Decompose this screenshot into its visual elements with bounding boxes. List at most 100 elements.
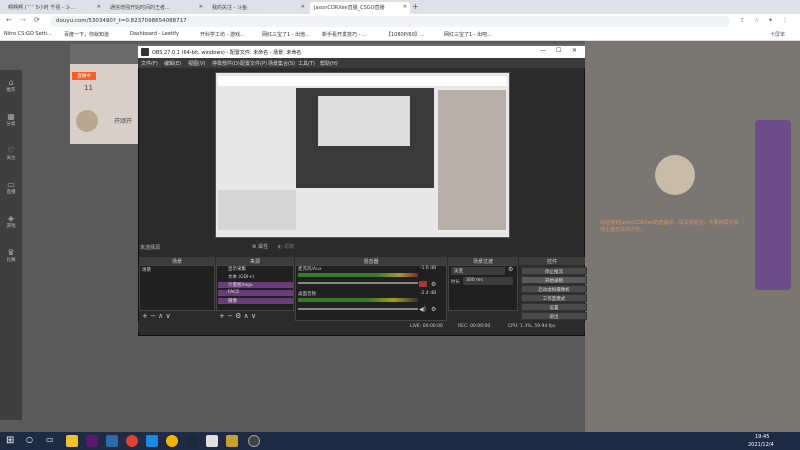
minimize-icon[interactable]: — [540, 47, 546, 54]
clock-date: 2021/12/4 [748, 442, 774, 448]
filters-button[interactable]: ◐ 滤镜 [278, 243, 294, 250]
star-icon[interactable]: ☆ [754, 17, 759, 24]
mascot-image [655, 155, 695, 195]
clock-time: 19:45 [755, 434, 770, 440]
studio-mode-button[interactable]: 工作室模式 [521, 294, 587, 302]
share-icon[interactable]: ⇪ [740, 17, 745, 24]
menu-file[interactable]: 文件(F) [141, 60, 158, 67]
scene-item[interactable]: 场景 [142, 267, 151, 273]
event-banner[interactable] [755, 120, 791, 290]
source-item[interactable]: 显示采集 [218, 266, 293, 272]
app-icon[interactable] [106, 435, 118, 447]
source-item[interactable]: FACE [218, 290, 293, 296]
source-controls[interactable]: + − ⚙ ∧ ∨ [219, 312, 256, 320]
taskbar [0, 432, 800, 450]
avatar[interactable] [76, 110, 98, 132]
browser-tab[interactable]: 我的关注 - 斗鱼 ✕ [208, 2, 308, 14]
explorer-icon[interactable] [66, 435, 78, 447]
close-icon[interactable]: ✕ [97, 4, 101, 10]
mixer-channel-db: -2.4 dB [420, 291, 437, 296]
speaker-icon[interactable]: ◀) [419, 306, 426, 313]
obs-taskbar-icon[interactable] [248, 435, 260, 447]
nav-item-match[interactable]: ♛ 比赛 [0, 248, 22, 263]
bookmark-item[interactable]: 网红三宝了1 - 出他... [262, 31, 310, 38]
menu-icon[interactable]: ⋮ [782, 17, 788, 24]
start-recording-button[interactable]: 开始录制 [521, 276, 587, 284]
close-icon[interactable]: ✕ [403, 4, 407, 10]
maximize-icon[interactable]: ☐ [556, 47, 561, 54]
obs-logo-icon [141, 48, 149, 56]
transition-select[interactable]: 淡变 [451, 267, 505, 275]
heart-icon: ♡ [7, 146, 15, 155]
browser-tab-active[interactable]: JasonCORXee直播_CSGO直播 ✕ [310, 2, 410, 14]
nav-item-category[interactable]: ▦ 分类 [0, 112, 22, 127]
search-icon[interactable]: ○ [26, 435, 33, 444]
mixer-header: 混音器 [295, 257, 447, 265]
back-icon[interactable]: ← [6, 16, 12, 24]
taskview-icon[interactable]: ▭ [46, 435, 54, 444]
no-source-label: 未选择源 [140, 245, 161, 251]
browser-tab[interactable]: 啊啊啊 (ˉ˘ˉ 5小时 千禧 - 斗... ✕ [4, 2, 104, 14]
bookmark-item[interactable]: Dashboard - Leetify [130, 31, 179, 37]
grid-icon: ▦ [7, 112, 15, 121]
game-icon: ◈ [7, 214, 15, 223]
volume-meter [298, 298, 418, 302]
duration-input[interactable]: 300 ms [463, 277, 513, 285]
steam-icon[interactable] [186, 435, 198, 447]
nav-item-live[interactable]: ▭ 直播 [0, 180, 22, 195]
viewer-count: 11 [84, 84, 93, 92]
gear-icon[interactable]: ⚙ [508, 266, 513, 273]
scene-controls[interactable]: + − ∧ ∨ [142, 312, 171, 320]
bookmark-item[interactable]: 开科学工坊 - 游戏... [200, 31, 245, 38]
app-icon[interactable] [206, 435, 218, 447]
menu-profile[interactable]: 配置文件(P) [240, 60, 267, 67]
volume-slider[interactable] [298, 308, 418, 310]
menu-edit[interactable]: 编辑(E) [164, 60, 181, 67]
bookmark-item[interactable]: Nitro CS:GO Setti... [4, 31, 52, 37]
mute-icon[interactable] [419, 281, 427, 287]
bookmark-overflow[interactable]: 卡屏率 [770, 31, 785, 38]
bookmark-item[interactable]: 【1080P/60】... [386, 31, 425, 38]
close-icon[interactable]: ✕ [199, 4, 203, 10]
menu-help[interactable]: 帮助(H) [320, 60, 338, 67]
exit-button[interactable]: 退出 [521, 312, 587, 320]
settings-button[interactable]: 设置 [521, 303, 587, 311]
volume-slider[interactable] [298, 282, 418, 284]
nav-item-game[interactable]: ◈ 游戏 [0, 214, 22, 229]
menu-view[interactable]: 视图(V) [188, 60, 205, 67]
browser-tab[interactable]: 通信增强开始时间的王者... ✕ [106, 2, 206, 14]
menu-docks[interactable]: 停靠部件(D) [212, 60, 240, 67]
bookmark-item[interactable]: 网红三宝了1 - 出吧... [444, 31, 492, 38]
preview-browser-bar [218, 76, 507, 86]
app-icon[interactable] [146, 435, 158, 447]
app-icon[interactable] [166, 435, 178, 447]
mixer-channel-name: 桌面音频 [298, 292, 316, 297]
live-status: LIVE: 00:00:00 [410, 324, 443, 329]
source-item-selected[interactable]: 计量图/logo [218, 282, 293, 288]
preview-nested-preview [318, 96, 410, 146]
chrome-icon[interactable] [126, 435, 138, 447]
source-item[interactable]: 文本 (GDI+) [218, 274, 293, 280]
reload-icon[interactable]: ⟳ [34, 16, 40, 24]
windows-icon[interactable]: ⊞ [6, 435, 14, 446]
new-tab-button[interactable]: + [412, 2, 419, 11]
gear-icon[interactable]: ⚙ [431, 306, 436, 313]
app-icon[interactable] [226, 435, 238, 447]
close-icon[interactable]: ✕ [572, 47, 577, 54]
url-bar[interactable]: douyu.com/5303490?_t=0.8237098654088717 [50, 16, 730, 27]
premiere-icon[interactable] [86, 435, 98, 447]
nav-item-follow[interactable]: ♡ 关注 [0, 146, 22, 161]
extensions-icon[interactable]: ✦ [768, 17, 773, 24]
virtual-camera-button[interactable]: 启动虚拟摄像机 [521, 285, 587, 293]
bookmark-item[interactable]: 百度一下，你就知道 [64, 31, 109, 38]
close-icon[interactable]: ✕ [301, 4, 305, 10]
gear-icon[interactable]: ⚙ [431, 281, 436, 288]
nav-item-recommend[interactable]: ⌂ 推荐 [0, 78, 22, 93]
properties-button[interactable]: ⚙ 属性 [252, 243, 268, 250]
menu-tools[interactable]: 工具(T) [298, 60, 315, 67]
bookmark-item[interactable]: 新手看开发技巧 - ... [322, 31, 367, 38]
menu-scene-collection[interactable]: 场景集合(S) [268, 60, 295, 67]
source-item[interactable]: 摄像 [218, 298, 293, 304]
forward-icon[interactable]: → [20, 16, 26, 24]
stop-streaming-button[interactable]: 停止推流 [521, 267, 587, 275]
